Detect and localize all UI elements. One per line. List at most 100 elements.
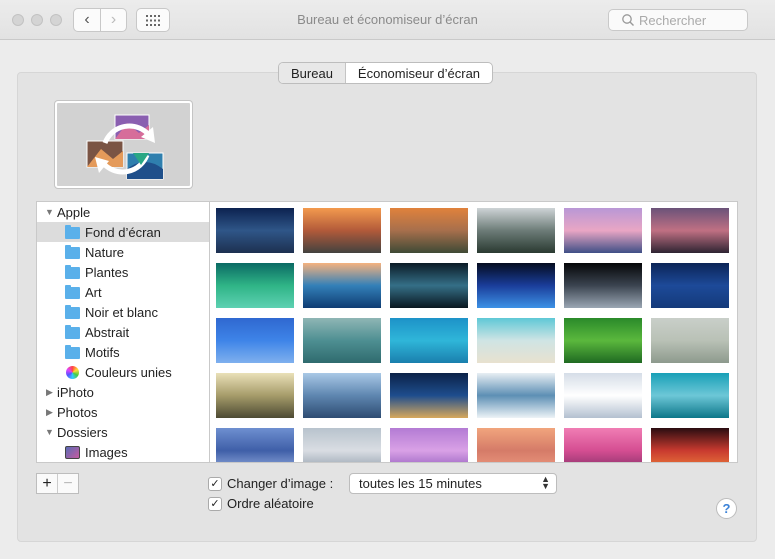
wallpaper-thumb-el-capitan-sunset[interactable] [303,208,381,253]
sidebar-item-images[interactable]: Images [37,442,209,462]
search-field[interactable]: Rechercher [608,9,748,31]
wallpaper-preview [55,101,192,188]
folder-icon [65,265,80,279]
wallpaper-thumb-earth-horizon-blue[interactable] [477,263,555,308]
sidebar-item-fond-d-ecran[interactable]: Fond d’écran [37,222,209,242]
add-folder-button[interactable]: + [37,474,57,493]
wallpaper-thumb-pink-sand[interactable] [477,428,555,462]
wallpaper-thumb-foggy-coast[interactable] [651,318,729,363]
wallpaper-thumb-misty-lake[interactable] [303,428,381,462]
wallpaper-thumb-earth-from-space[interactable] [564,263,642,308]
wallpaper-thumb-ocean-wave[interactable] [303,263,381,308]
search-icon [622,14,634,26]
tab-screensaver[interactable]: Économiseur d’écran [346,63,492,83]
sidebar-item-label: Motifs [85,344,120,360]
wallpaper-thumb-forest-mist[interactable] [477,208,555,253]
chevron-left-icon: ‹ [84,11,90,28]
navigation-buttons: ‹ › [73,8,127,32]
title-bar: ‹ › Bureau et économiseur d’écran Recher… [0,0,775,40]
sidebar-item-couleurs-unies[interactable]: Couleurs unies [37,362,209,382]
sidebar-item-label: Abstrait [85,324,130,340]
window-title: Bureau et économiseur d’écran [297,12,478,27]
checkmark-icon: ✓ [210,478,220,490]
sidebar-item-label: Apple [57,204,91,220]
wallpaper-thumb-blue-ice-texture[interactable] [216,428,294,462]
updown-arrows-icon: ▲ ▼ [541,474,550,491]
search-placeholder: Rechercher [639,12,707,28]
sidebar-item-label: Images [85,444,128,460]
disclosure-open-icon[interactable]: ▼ [45,207,54,217]
wallpaper-thumb-blue-water[interactable] [390,318,468,363]
sidebar-item-label: Fond d’écran [85,224,161,240]
wallpaper-thumb-blue-sky-moon[interactable] [216,318,294,363]
add-remove-buttons: + − [36,473,79,494]
wallpaper-thumb-green-fields[interactable] [564,318,642,363]
forward-button[interactable]: › [99,9,126,31]
group-iphoto[interactable]: ▶ iPhoto [37,382,209,402]
zoom-window-button[interactable] [50,14,62,26]
sidebar-item-noir-et-blanc[interactable]: Noir et blanc [37,302,209,322]
remove-folder-button[interactable]: − [57,474,78,493]
wallpaper-thumb-green-wave[interactable] [216,263,294,308]
group-dossiers[interactable]: ▼ Dossiers [37,422,209,442]
sidebar-item-abstrait[interactable]: Abstrait [37,322,209,342]
wallpaper-thumb-blue-mountains[interactable] [303,373,381,418]
disclosure-closed-icon[interactable]: ▶ [46,387,53,398]
wallpaper-thumb-red-canyon[interactable] [651,428,729,462]
color-wheel-icon [66,366,79,379]
sidebar-item-nature[interactable]: Nature [37,242,209,262]
wallpaper-grid[interactable] [209,201,738,463]
wallpaper-thumb-teal-clouds[interactable] [303,318,381,363]
wallpaper-thumb-ice-cracks[interactable] [477,373,555,418]
folder-icon [65,245,80,259]
wallpaper-thumb-snow-dunes[interactable] [564,373,642,418]
disclosure-open-icon[interactable]: ▼ [45,427,54,437]
images-folder-icon [65,446,80,459]
tab-bar: Bureau Économiseur d’écran [278,62,494,84]
chevron-right-icon: › [110,11,117,28]
interval-select[interactable]: toutes les 15 minutes ▲ ▼ [349,473,557,494]
tab-bureau[interactable]: Bureau [279,63,346,83]
interval-value: toutes les 15 minutes [359,476,482,491]
wallpaper-thumb-half-dome-pink[interactable] [564,208,642,253]
sidebar-item-label: Plantes [85,264,129,280]
back-button[interactable]: ‹ [74,9,100,31]
wallpaper-thumb-misty-trees[interactable] [216,373,294,418]
wallpaper-thumb-yosemite-night[interactable] [216,208,294,253]
wallpaper-thumb-frozen-lake-trees[interactable] [651,373,729,418]
group-photos[interactable]: ▶ Photos [37,402,209,422]
help-button[interactable]: ? [716,498,737,519]
folder-icon [65,285,80,299]
random-order-checkbox[interactable]: ✓ [208,497,222,511]
disclosure-closed-icon[interactable]: ▶ [46,407,53,418]
wallpaper-thumb-purple-clouds[interactable] [390,428,468,462]
minimize-window-button[interactable] [31,14,43,26]
source-list[interactable]: ▼ Apple Fond d’écran Nature Plantes Art … [36,201,209,463]
close-window-button[interactable] [12,14,24,26]
group-apple[interactable]: ▼ Apple [37,202,209,222]
folder-icon [65,305,80,319]
sidebar-item-label: Nature [85,244,125,260]
checkmark-icon: ✓ [210,498,220,510]
change-image-checkbox[interactable]: ✓ [208,477,222,491]
wallpaper-thumb-sandy-shore[interactable] [477,318,555,363]
sidebar-item-art[interactable]: Art [37,282,209,302]
sidebar-item-plantes[interactable]: Plantes [37,262,209,282]
random-order-label: Ordre aléatoire [227,496,314,511]
folder-icon [65,345,80,359]
sidebar-item-label: Photos [57,404,98,420]
change-image-label: Changer d’image : [227,476,334,491]
wallpaper-thumb-night-city-lights[interactable] [390,373,468,418]
wallpaper-thumb-starry-blue[interactable] [651,263,729,308]
sidebar-item-motifs[interactable]: Motifs [37,342,209,362]
wallpaper-thumb-lake-rocks-dusk[interactable] [651,208,729,253]
sidebar-item-label: Couleurs unies [85,364,172,380]
sidebar-item-label: Noir et blanc [85,304,158,320]
sidebar-item-label: Art [85,284,102,300]
grid-icon [146,14,160,26]
sidebar-item-label: iPhoto [57,384,94,400]
wallpaper-thumb-galaxy[interactable] [390,263,468,308]
show-all-button[interactable] [136,8,170,32]
wallpaper-thumb-yosemite-valley-sunset[interactable] [390,208,468,253]
wallpaper-thumb-mount-fuji-pink[interactable] [564,428,642,462]
